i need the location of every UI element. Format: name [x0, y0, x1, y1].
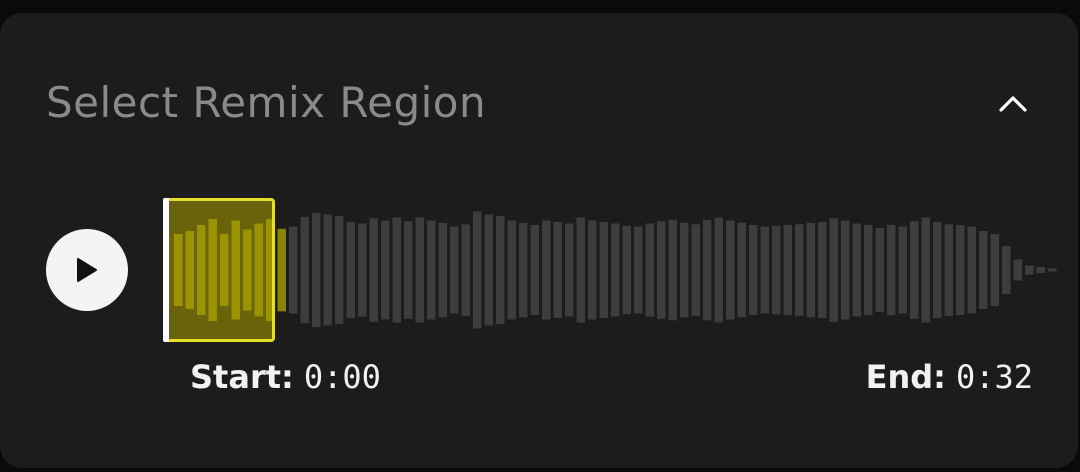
play-button[interactable] — [46, 229, 128, 311]
panel-title: Select Remix Region — [46, 78, 487, 127]
play-icon — [77, 258, 97, 282]
chevron-up-icon — [999, 96, 1027, 112]
region-start-handle[interactable] — [163, 198, 169, 342]
selection-region[interactable] — [163, 198, 275, 342]
start-value: 0:00 — [303, 358, 381, 396]
end-value: 0:32 — [955, 358, 1033, 396]
end-time: End: 0:32 — [866, 358, 1033, 396]
collapse-button[interactable] — [986, 76, 1040, 130]
start-label: Start: — [190, 358, 294, 396]
end-label: End: — [865, 358, 946, 396]
start-time: Start: 0:00 — [190, 358, 381, 396]
